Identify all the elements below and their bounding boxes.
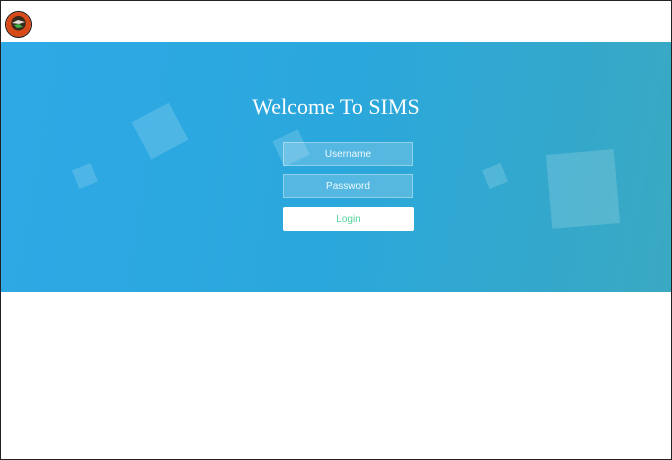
page-title: Welcome To SIMS — [252, 94, 420, 119]
password-input[interactable] — [283, 174, 413, 198]
decorative-square — [545, 149, 621, 229]
decorative-square — [481, 162, 509, 190]
sims-logo-icon[interactable] — [6, 12, 31, 37]
hero-banner: Welcome To SIMS Login — [1, 42, 671, 292]
decorative-square — [71, 162, 99, 190]
top-bar — [1, 1, 671, 41]
page-frame: Welcome To SIMS Login — [0, 0, 672, 460]
username-input[interactable] — [283, 142, 413, 166]
login-button[interactable]: Login — [283, 207, 414, 231]
